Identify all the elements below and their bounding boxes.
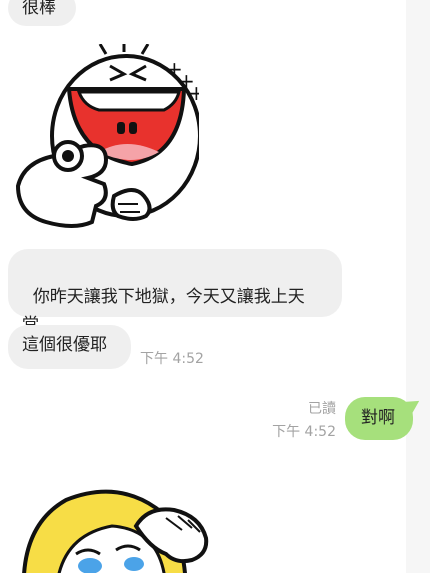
message-bubble-incoming[interactable]: 很棒	[8, 0, 76, 26]
blonde-crying-icon	[22, 489, 209, 573]
message-text: 這個很優耶	[22, 335, 107, 355]
message-bubble-outgoing[interactable]: 對啊	[345, 397, 413, 440]
message-text: 很棒	[22, 0, 56, 18]
scroll-edge	[406, 0, 430, 573]
sticker-blonde-crying[interactable]	[16, 486, 216, 573]
message-bubble-incoming[interactable]: 這個很優耶	[8, 325, 131, 369]
message-timestamp: 下午 4:52	[140, 351, 204, 367]
sticker-moon-pointing[interactable]: + + +	[14, 43, 205, 229]
message-text: 對啊	[361, 408, 395, 428]
read-receipt: 已讀	[308, 401, 336, 417]
message-timestamp: 下午 4:52	[272, 424, 336, 440]
svg-text:+: +	[188, 81, 199, 105]
message-bubble-incoming[interactable]: 你昨天讓我下地獄，今天又讓我上天 堂	[8, 249, 342, 335]
moon-pointing-icon: + + +	[15, 43, 205, 228]
